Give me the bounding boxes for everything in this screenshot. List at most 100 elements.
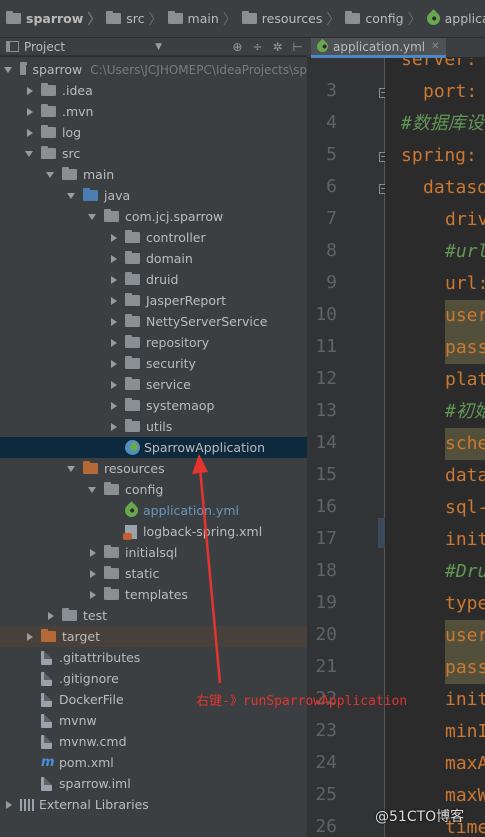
expanded-chevron-icon[interactable] xyxy=(25,150,33,157)
breadcrumb-item[interactable]: config 〉 xyxy=(345,0,426,37)
tree-item-label: mvnw xyxy=(59,713,97,728)
collapsed-chevron-icon[interactable] xyxy=(111,275,117,284)
line-number: 23 xyxy=(315,720,337,741)
code-line: #Dru xyxy=(445,561,485,582)
tree-item[interactable]: utils xyxy=(0,416,307,437)
tree-item[interactable]: resources xyxy=(0,458,307,479)
line-number: 5 xyxy=(326,144,337,165)
code-line: minI xyxy=(445,721,485,742)
code-editor[interactable]: server: port: #数据库设 spring: datasou driv #url u… xyxy=(385,58,485,837)
code-line: maxA xyxy=(445,753,485,774)
tree-item-label: mvnw.cmd xyxy=(59,734,127,749)
line-number: 10 xyxy=(315,304,337,325)
collapsed-chevron-icon[interactable] xyxy=(6,800,12,809)
tree-item[interactable]: config xyxy=(0,479,307,500)
hide-panel-icon[interactable]: ⊢ xyxy=(293,38,303,56)
collapsed-chevron-icon[interactable] xyxy=(111,380,117,389)
breadcrumb-item[interactable]: src 〉 xyxy=(106,0,167,37)
tree-item[interactable]: templates xyxy=(0,584,307,605)
tree-item[interactable]: mvnw.cmd xyxy=(0,731,307,752)
tree-item[interactable]: m pom.xml xyxy=(0,752,307,773)
tree-item[interactable]: java xyxy=(0,185,307,206)
collapsed-chevron-icon[interactable] xyxy=(111,233,117,242)
tree-item[interactable]: src xyxy=(0,143,307,164)
code-line: type xyxy=(445,593,485,614)
tree-item[interactable]: sparrow C:\Users\JCJHOMEPC\IdeaProjects\s… xyxy=(0,59,307,80)
tree-item[interactable]: SparrowApplication xyxy=(0,437,307,458)
tree-item-label: NettyServerService xyxy=(146,314,268,329)
tree-item[interactable]: initialsql xyxy=(0,542,307,563)
gear-icon[interactable]: ✲ xyxy=(272,38,282,56)
expanded-chevron-icon[interactable] xyxy=(4,66,12,73)
tree-item[interactable]: log xyxy=(0,122,307,143)
view-dropdown-chevron-icon[interactable]: ▼ xyxy=(155,42,162,52)
tree-item[interactable]: controller xyxy=(0,227,307,248)
package-icon xyxy=(125,356,140,369)
collapsed-chevron-icon[interactable] xyxy=(111,296,117,305)
collapsed-chevron-icon[interactable] xyxy=(111,254,117,263)
tab-application-yml[interactable]: application.yml ✕ xyxy=(311,38,446,58)
tree-item[interactable]: druid xyxy=(0,269,307,290)
code-line: sql- xyxy=(445,497,485,518)
project-window-icon xyxy=(6,41,19,52)
code-line: pass xyxy=(445,652,485,684)
expanded-chevron-icon[interactable] xyxy=(46,171,54,178)
tree-item[interactable]: test xyxy=(0,605,307,626)
collapsed-chevron-icon[interactable] xyxy=(111,338,117,347)
tree-item[interactable]: repository xyxy=(0,332,307,353)
tree-item[interactable]: sparrow.iml xyxy=(0,773,307,794)
folder-icon xyxy=(62,608,77,621)
expanded-chevron-icon[interactable] xyxy=(88,486,96,493)
collapsed-chevron-icon[interactable] xyxy=(111,401,117,410)
breadcrumb-separator-icon: 〉 xyxy=(222,11,237,28)
breadcrumb-item[interactable]: resources 〉 xyxy=(241,0,346,37)
tree-item[interactable]: JasperReport xyxy=(0,290,307,311)
collapsed-chevron-icon[interactable] xyxy=(111,317,117,326)
project-panel-title[interactable]: Project xyxy=(24,40,65,54)
collapsed-chevron-icon[interactable] xyxy=(111,422,117,431)
breadcrumb-item[interactable]: main 〉 xyxy=(167,0,242,37)
collapsed-chevron-icon[interactable] xyxy=(27,107,33,116)
expanded-chevron-icon[interactable] xyxy=(67,465,75,472)
line-number: 6 xyxy=(326,176,337,197)
collapsed-chevron-icon[interactable] xyxy=(90,569,96,578)
tree-item[interactable]: NettyServerService xyxy=(0,311,307,332)
breadcrumb-item[interactable]: sparrow 〉 xyxy=(6,0,106,37)
breadcrumb-item[interactable]: application.yml xyxy=(423,0,485,37)
tree-item[interactable]: systemaop xyxy=(0,395,307,416)
folder-icon xyxy=(106,11,122,24)
collapsed-chevron-icon[interactable] xyxy=(90,590,96,599)
collapsed-chevron-icon[interactable] xyxy=(48,611,54,620)
tree-item[interactable]: security xyxy=(0,353,307,374)
collapsed-chevron-icon[interactable] xyxy=(27,86,33,95)
expanded-chevron-icon[interactable] xyxy=(67,192,75,199)
tree-item[interactable]: com.jcj.sparrow xyxy=(0,206,307,227)
line-number: 26 xyxy=(315,816,337,837)
folder-icon xyxy=(41,104,56,117)
locate-icon[interactable]: ⊕ xyxy=(232,38,242,56)
tree-item[interactable]: static xyxy=(0,563,307,584)
expanded-chevron-icon[interactable] xyxy=(88,213,96,220)
tree-item[interactable]: .mvn xyxy=(0,101,307,122)
collapsed-chevron-icon[interactable] xyxy=(27,128,33,137)
tree-item[interactable]: .gitattributes xyxy=(0,647,307,668)
tree-item[interactable]: target xyxy=(0,626,307,647)
tree-item[interactable]: service xyxy=(0,374,307,395)
tree-item[interactable]: domain xyxy=(0,248,307,269)
tree-item[interactable]: .gitignore xyxy=(0,668,307,689)
tree-item[interactable]: External Libraries xyxy=(0,794,307,815)
collapsed-chevron-icon[interactable] xyxy=(90,548,96,557)
tree-item[interactable]: logback-spring.xml xyxy=(0,521,307,542)
breadcrumb-label: main xyxy=(187,11,219,26)
tree-item[interactable]: mvnw xyxy=(0,710,307,731)
collapsed-chevron-icon[interactable] xyxy=(27,632,33,641)
package-icon xyxy=(125,293,140,306)
collapsed-chevron-icon[interactable] xyxy=(111,359,117,368)
tree-item[interactable]: main xyxy=(0,164,307,185)
close-tab-icon[interactable]: ✕ xyxy=(431,41,439,52)
line-number: 13 xyxy=(315,400,337,421)
folder-icon xyxy=(167,11,183,24)
tree-item[interactable]: .idea xyxy=(0,80,307,101)
collapse-all-icon[interactable]: ÷ xyxy=(252,38,262,56)
tree-item[interactable]: application.yml xyxy=(0,500,307,521)
